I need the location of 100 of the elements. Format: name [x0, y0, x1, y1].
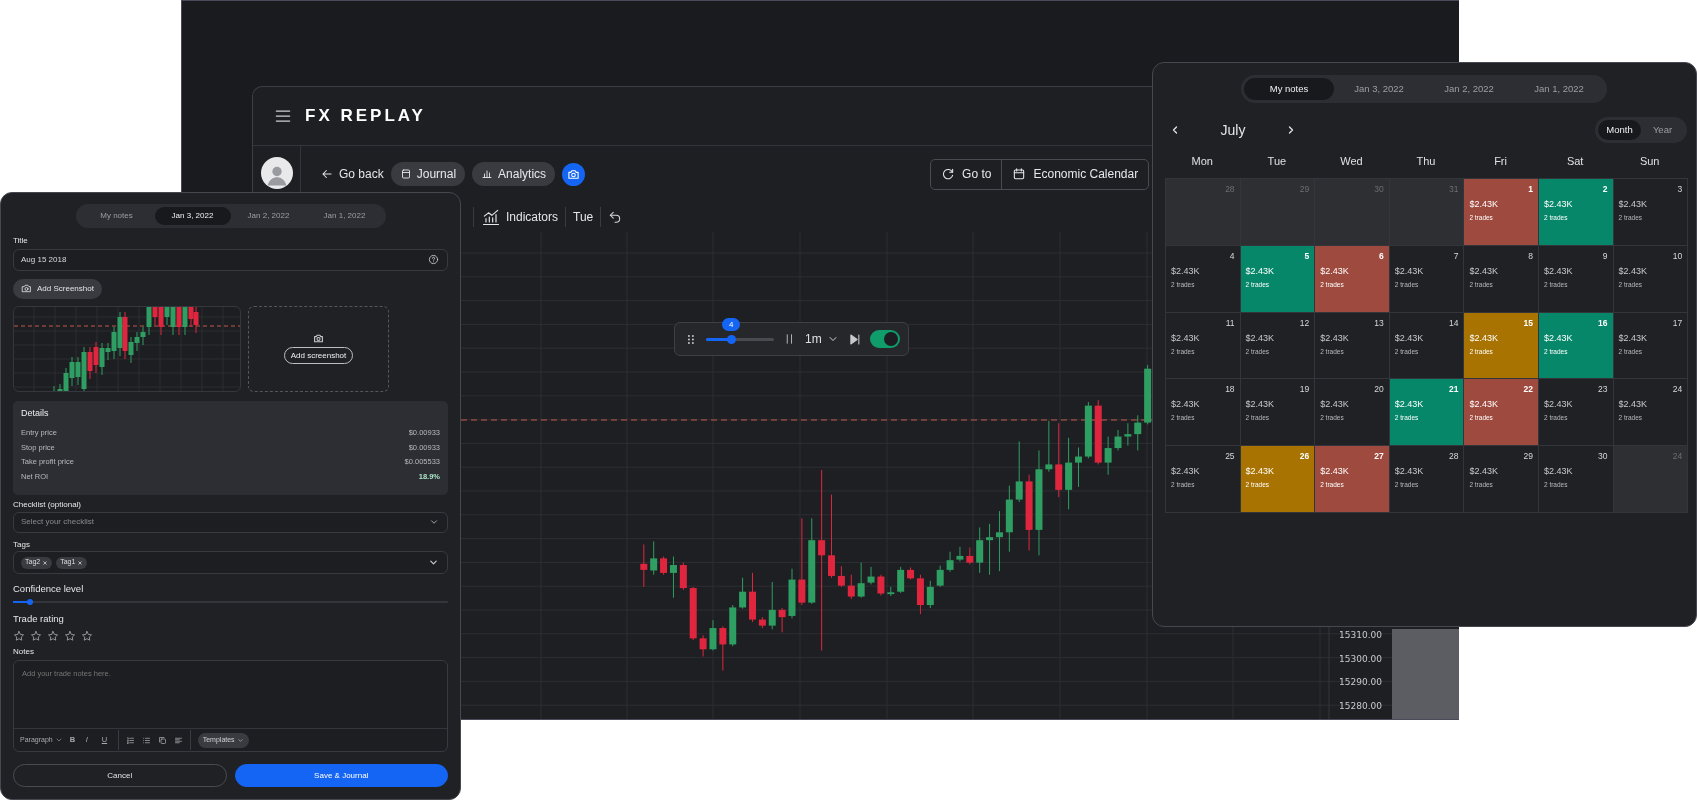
day-number: 25 [1225, 451, 1235, 463]
title-input[interactable]: Aug 15 2018 [13, 249, 448, 271]
drag-handle-icon[interactable] [685, 332, 697, 346]
star-icon[interactable] [30, 630, 42, 643]
day-number: 28 [1225, 184, 1235, 195]
slider-thumb[interactable] [727, 334, 737, 344]
slider-thumb[interactable] [27, 599, 34, 606]
pnl-amount: $2.43K [1543, 465, 1574, 478]
header-button[interactable]: Economic Calendar [1001, 159, 1149, 189]
day-number: 23 [1598, 384, 1608, 396]
day-number: 13 [1374, 317, 1384, 329]
weekday-label: Sun [1638, 154, 1661, 169]
back-link[interactable]: Go back [320, 165, 384, 183]
numbered-list-icon[interactable] [125, 735, 135, 745]
day-number: 16 [1598, 317, 1608, 329]
pnl-amount: $2.43K [1618, 264, 1649, 277]
day-number: 12 [1299, 317, 1310, 329]
book-icon [399, 168, 412, 180]
day-number: 21 [1448, 384, 1459, 396]
day-number: 20 [1374, 384, 1384, 396]
candle [897, 566, 905, 594]
candle [1134, 414, 1142, 451]
nav-button[interactable]: Journal [390, 162, 466, 186]
camera-icon [567, 167, 581, 181]
tab[interactable]: Jan 1, 2022 [1514, 78, 1604, 100]
star-icon[interactable] [13, 630, 25, 643]
tab[interactable]: My notes [1244, 78, 1334, 100]
tab[interactable]: Jan 3, 2022 [1334, 78, 1424, 100]
user-avatar[interactable] [260, 157, 293, 189]
timeframe-dropdown[interactable]: 1m [805, 330, 839, 348]
day-number: 11 [1225, 317, 1235, 329]
candle [926, 580, 934, 609]
weekday-label: Tue [1266, 154, 1288, 169]
field-label: Title [13, 236, 29, 246]
price-label: 15310.00 [1339, 630, 1382, 640]
skip-forward-icon[interactable] [847, 331, 862, 347]
nav-button[interactable]: Analytics [472, 162, 556, 186]
header-button[interactable]: Go to [931, 159, 1002, 189]
autoplay-toggle[interactable] [870, 330, 900, 348]
day-number: 15 [1523, 317, 1533, 329]
pnl-amount: $2.43K [1394, 398, 1425, 411]
tab[interactable]: Jan 2, 2022 [230, 207, 307, 225]
candle [887, 586, 895, 597]
app-logo: FX REPLAY [305, 105, 426, 128]
bullet-list-icon[interactable] [141, 735, 151, 745]
arrow-left-icon [320, 167, 334, 181]
title-text-input[interactable]: Aug 15 2018 [21, 253, 428, 266]
pnl-amount: $2.43K [1543, 398, 1574, 411]
tab[interactable]: Jan 2, 2022 [1424, 78, 1514, 100]
pnl-amount: $2.43K [1469, 398, 1499, 411]
pnl-amount: $2.43K [1171, 331, 1201, 344]
candle [976, 526, 984, 574]
star-icon[interactable] [47, 630, 59, 643]
add-screenshot-button[interactable]: Add Screenshot [13, 278, 102, 299]
help-icon[interactable] [428, 254, 439, 266]
view-option[interactable]: Month [1598, 120, 1641, 140]
candle [739, 577, 747, 610]
weekday-label: Thu [1415, 154, 1437, 169]
candle [1114, 429, 1122, 451]
save-button[interactable]: Save & Journal [234, 764, 448, 787]
candle [1094, 399, 1102, 465]
chart-screenshot-thumbnail[interactable] [13, 305, 241, 392]
indicators-button[interactable]: Indicators [481, 207, 559, 227]
candle [719, 625, 727, 671]
camera-button[interactable] [562, 162, 586, 186]
day-number: 8 [1528, 250, 1533, 262]
checklist-text-input[interactable]: Select your checklist [21, 516, 429, 529]
pnl-amount: $2.43K [1469, 264, 1499, 277]
candle [768, 581, 776, 630]
day-number: 24 [1672, 384, 1683, 396]
copy-icon[interactable] [157, 735, 167, 745]
tab[interactable]: Jan 1, 2022 [306, 207, 383, 225]
remove-icon[interactable] [42, 559, 49, 566]
candle [877, 574, 885, 596]
view-option[interactable]: Year [1641, 120, 1684, 140]
pnl-amount: $2.43K [1320, 465, 1350, 478]
day-number: 6 [1379, 250, 1384, 262]
day-button[interactable]: Tue [573, 208, 594, 226]
undo-icon[interactable] [608, 210, 623, 224]
checklist-select[interactable]: Select your checklist [13, 511, 448, 534]
day-number: 9 [1602, 250, 1608, 262]
weekday-label: Sat [1565, 154, 1585, 169]
field-label: Trade rating [13, 613, 65, 626]
pnl-amount: $2.43K [1543, 264, 1574, 277]
candle [857, 562, 865, 599]
candle [788, 568, 796, 619]
candle [1124, 422, 1132, 447]
tab[interactable]: My notes [78, 207, 155, 225]
day-number: 31 [1448, 184, 1459, 195]
camera-icon [21, 283, 32, 295]
remove-icon[interactable] [77, 559, 84, 566]
day-number: 29 [1523, 451, 1533, 463]
price-label: 15290.00 [1339, 677, 1382, 687]
candle [729, 604, 737, 647]
align-left-icon[interactable] [173, 735, 183, 745]
tab[interactable]: Jan 3, 2022 [154, 207, 231, 225]
star-icon[interactable] [81, 630, 93, 643]
day-number: 1 [1528, 184, 1533, 195]
candle [1104, 436, 1112, 476]
star-icon[interactable] [64, 630, 76, 643]
